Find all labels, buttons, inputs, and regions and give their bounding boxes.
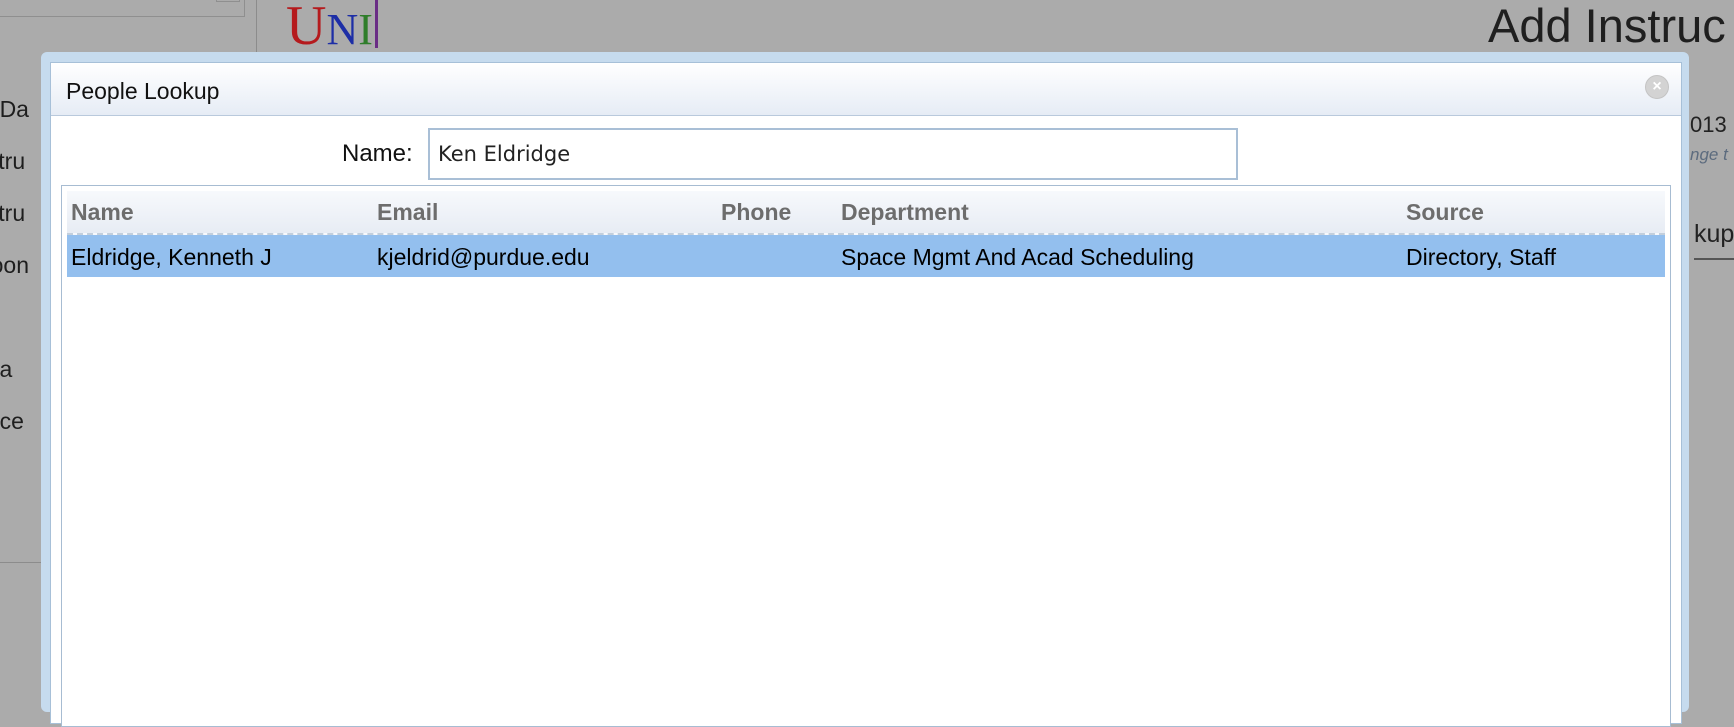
background-menu-item: nstru [0,200,26,226]
dialog-title: People Lookup [66,78,220,104]
background-menu-item: stra [0,356,13,382]
background-nav-divider [0,562,42,563]
results-grid: Name Email Phone Department Source Eldri… [67,191,1665,277]
name-input[interactable] [428,128,1238,180]
background-lookup-button: kup [1694,220,1734,248]
cell-name: Eldridge, Kenneth J [71,244,272,270]
cell-email: kjeldrid@purdue.edu [377,244,590,270]
background-page-title: Add Instruc [1488,0,1726,52]
column-header-phone[interactable]: Phone [721,199,791,226]
name-label: Name: [342,140,413,167]
background-field-button [216,0,240,2]
background-top-field [0,0,245,17]
dialog-titlebar[interactable]: People Lookup × [51,63,1681,116]
background-year-text: 013 [1690,112,1727,137]
background-menu-item: Roon [0,252,29,278]
people-lookup-dialog: People Lookup × Name: Name Email Phone D… [41,52,1689,727]
logo-bar [374,0,378,48]
cell-source: Directory, Staff [1406,244,1556,270]
logo-letter: U [286,0,327,57]
cell-department: Space Mgmt And Acad Scheduling [841,244,1194,270]
background-lookup-underline [1694,258,1734,260]
background-menu-item: ence [0,408,24,434]
background-menu-item: nstru [0,148,26,174]
background-hint-text: nge t [1690,145,1728,164]
table-row[interactable]: Eldridge, Kenneth J kjeldrid@purdue.edu … [67,235,1665,277]
background-menu-item: ut Da [0,96,29,122]
logo-letter: I [358,5,373,54]
logo-letter: N [326,5,359,54]
dialog-body: People Lookup × Name: Name Email Phone D… [50,62,1682,727]
results-table: Name Email Phone Department Source Eldri… [61,185,1671,727]
table-header: Name Email Phone Department Source [67,191,1665,235]
column-header-department[interactable]: Department [841,199,969,226]
column-header-email[interactable]: Email [377,199,438,226]
background-logo: UNI [286,0,378,58]
column-header-name[interactable]: Name [71,199,134,226]
column-header-source[interactable]: Source [1406,199,1484,226]
close-icon[interactable]: × [1645,75,1669,99]
